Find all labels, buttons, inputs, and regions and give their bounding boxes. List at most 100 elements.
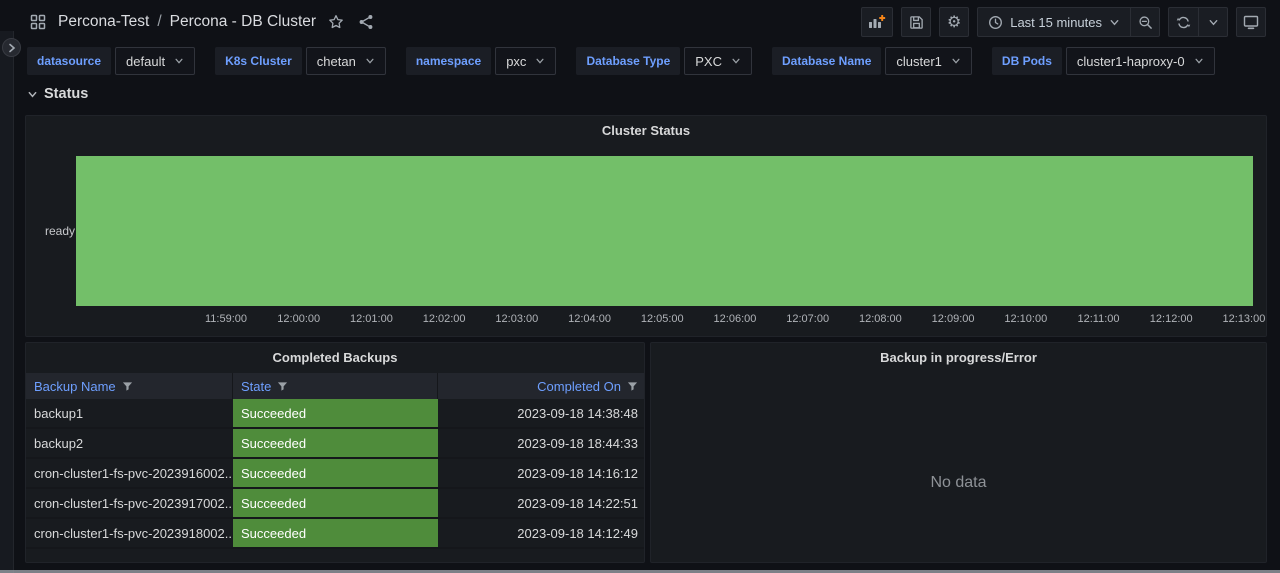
filter-value-dropdown[interactable]: default bbox=[115, 47, 195, 75]
cell-state: Succeeded bbox=[233, 489, 438, 517]
breadcrumb-separator: / bbox=[157, 13, 161, 31]
x-axis-tick: 12:05:00 bbox=[641, 313, 684, 325]
column-header-state[interactable]: State bbox=[233, 373, 438, 399]
refresh-dashboard-button[interactable] bbox=[1168, 7, 1198, 37]
chevron-down-icon bbox=[174, 56, 184, 66]
filter-label: K8s Cluster bbox=[215, 47, 302, 75]
add-panel-icon bbox=[868, 14, 886, 30]
save-dashboard-button[interactable] bbox=[901, 7, 931, 37]
x-axis-tick: 12:10:00 bbox=[1004, 313, 1047, 325]
filter-value-dropdown[interactable]: PXC bbox=[684, 47, 752, 75]
cell-backup-name: backup2 bbox=[26, 429, 233, 457]
x-axis-tick: 12:08:00 bbox=[859, 313, 902, 325]
apps-grid-icon[interactable] bbox=[28, 12, 48, 32]
breadcrumb-dashboard[interactable]: Percona - DB Cluster bbox=[170, 13, 316, 31]
cell-completed-on: 2023-09-18 14:22:51 bbox=[438, 489, 645, 517]
sidebar-rail bbox=[0, 31, 14, 573]
cell-completed-on: 2023-09-18 14:12:49 bbox=[438, 519, 645, 547]
cell-state: Succeeded bbox=[233, 519, 438, 547]
filter-datasource: datasource default bbox=[27, 47, 195, 75]
cell-state: Succeeded bbox=[233, 459, 438, 487]
star-icon[interactable] bbox=[326, 12, 346, 32]
time-range-picker[interactable]: Last 15 minutes bbox=[977, 7, 1130, 37]
filter-database-type: Database Type PXC bbox=[576, 47, 752, 75]
share-icon[interactable] bbox=[356, 12, 376, 32]
zoom-out-icon bbox=[1138, 15, 1153, 30]
x-axis: 11:59:0012:00:0012:01:0012:02:0012:03:00… bbox=[76, 313, 1253, 329]
filter-value-dropdown[interactable]: pxc bbox=[495, 47, 556, 75]
top-navbar: Percona-Test / Percona - DB Cluster bbox=[14, 0, 1280, 44]
cell-completed-on: 2023-09-18 14:38:48 bbox=[438, 399, 645, 427]
cell-state: Succeeded bbox=[233, 429, 438, 457]
x-axis-tick: 11:59:00 bbox=[205, 313, 247, 325]
x-axis-tick: 12:07:00 bbox=[786, 313, 829, 325]
no-data-message: No data bbox=[651, 403, 1266, 562]
column-header-completed-on[interactable]: Completed On bbox=[438, 373, 645, 399]
chevron-down-icon bbox=[951, 56, 961, 66]
filter-label: Database Name bbox=[772, 47, 881, 75]
variable-filters-row: datasource default K8s Cluster chetan na… bbox=[27, 47, 1215, 75]
filter-database-name: Database Name cluster1 bbox=[772, 47, 972, 75]
settings-gear-icon: ⚙ bbox=[947, 14, 961, 30]
filter-db-pods: DB Pods cluster1-haproxy-0 bbox=[992, 47, 1215, 75]
cell-state: Succeeded bbox=[233, 399, 438, 427]
chevron-down-icon bbox=[1208, 17, 1219, 28]
cell-completed-on: 2023-09-18 18:44:33 bbox=[438, 429, 645, 457]
x-axis-tick: 12:00:00 bbox=[277, 313, 320, 325]
dashboard-settings-button[interactable]: ⚙ bbox=[939, 7, 969, 37]
filter-label: DB Pods bbox=[992, 47, 1062, 75]
filter-funnel-icon[interactable] bbox=[277, 381, 288, 392]
grafana-dashboard: Percona-Test / Percona - DB Cluster bbox=[0, 0, 1280, 573]
chevron-down-icon bbox=[731, 56, 741, 66]
sidebar-expand-button[interactable] bbox=[2, 38, 21, 57]
time-range-label: Last 15 minutes bbox=[1010, 15, 1102, 30]
cell-backup-name: cron-cluster1-fs-pvc-2023917002... bbox=[26, 489, 233, 517]
refresh-interval-dropdown[interactable] bbox=[1198, 7, 1228, 37]
table-body: backup1 Succeeded 2023-09-18 14:38:48 ba… bbox=[26, 399, 644, 549]
filter-label: datasource bbox=[27, 47, 111, 75]
panel-title[interactable]: Cluster Status bbox=[26, 116, 1266, 144]
cell-backup-name: cron-cluster1-fs-pvc-2023918002... bbox=[26, 519, 233, 547]
zoom-out-time-button[interactable] bbox=[1130, 7, 1160, 37]
x-axis-tick: 12:06:00 bbox=[714, 313, 757, 325]
breadcrumb-folder[interactable]: Percona-Test bbox=[58, 13, 149, 31]
x-axis-tick: 12:02:00 bbox=[423, 313, 466, 325]
panel-backup-in-progress: Backup in progress/Error No data bbox=[650, 342, 1267, 563]
chevron-right-icon bbox=[8, 43, 16, 53]
table-row: backup1 Succeeded 2023-09-18 14:38:48 bbox=[26, 399, 644, 429]
section-title: Status bbox=[44, 86, 88, 102]
panel-completed-backups: Completed Backups Backup Name State Comp… bbox=[25, 342, 645, 563]
panel-cluster-status: Cluster Status ready 11:59:0012:00:0012:… bbox=[25, 115, 1267, 337]
column-header-backup-name[interactable]: Backup Name bbox=[26, 373, 233, 399]
add-panel-button[interactable] bbox=[861, 7, 893, 37]
filter-value-dropdown[interactable]: cluster1 bbox=[885, 47, 972, 75]
panel-title[interactable]: Backup in progress/Error bbox=[651, 343, 1266, 371]
save-icon bbox=[909, 15, 924, 30]
section-status-toggle[interactable]: Status bbox=[27, 86, 88, 102]
filter-namespace: namespace pxc bbox=[406, 47, 557, 75]
x-axis-tick: 12:13:00 bbox=[1223, 313, 1266, 325]
clock-icon bbox=[988, 15, 1003, 30]
filter-label: Database Type bbox=[576, 47, 680, 75]
panel-title[interactable]: Completed Backups bbox=[26, 343, 644, 371]
chevron-down-icon bbox=[27, 89, 38, 100]
kiosk-mode-button[interactable] bbox=[1236, 7, 1266, 37]
filter-value-dropdown[interactable]: chetan bbox=[306, 47, 386, 75]
filter-k8s-cluster: K8s Cluster chetan bbox=[215, 47, 386, 75]
table-header-row: Backup Name State Completed On bbox=[26, 373, 644, 399]
table-row: cron-cluster1-fs-pvc-2023918002... Succe… bbox=[26, 519, 644, 549]
cell-backup-name: backup1 bbox=[26, 399, 233, 427]
chevron-down-icon bbox=[535, 56, 545, 66]
kiosk-monitor-icon bbox=[1243, 14, 1259, 30]
x-axis-tick: 12:12:00 bbox=[1150, 313, 1193, 325]
refresh-icon bbox=[1176, 15, 1191, 30]
table-row: cron-cluster1-fs-pvc-2023917002... Succe… bbox=[26, 489, 644, 519]
timeline-state-segment-ready bbox=[76, 156, 1253, 306]
filter-value-dropdown[interactable]: cluster1-haproxy-0 bbox=[1066, 47, 1215, 75]
chevron-down-icon bbox=[365, 56, 375, 66]
x-axis-tick: 12:04:00 bbox=[568, 313, 611, 325]
filter-funnel-icon[interactable] bbox=[627, 381, 638, 392]
refresh-group bbox=[1168, 7, 1228, 37]
filter-label: namespace bbox=[406, 47, 491, 75]
filter-funnel-icon[interactable] bbox=[122, 381, 133, 392]
